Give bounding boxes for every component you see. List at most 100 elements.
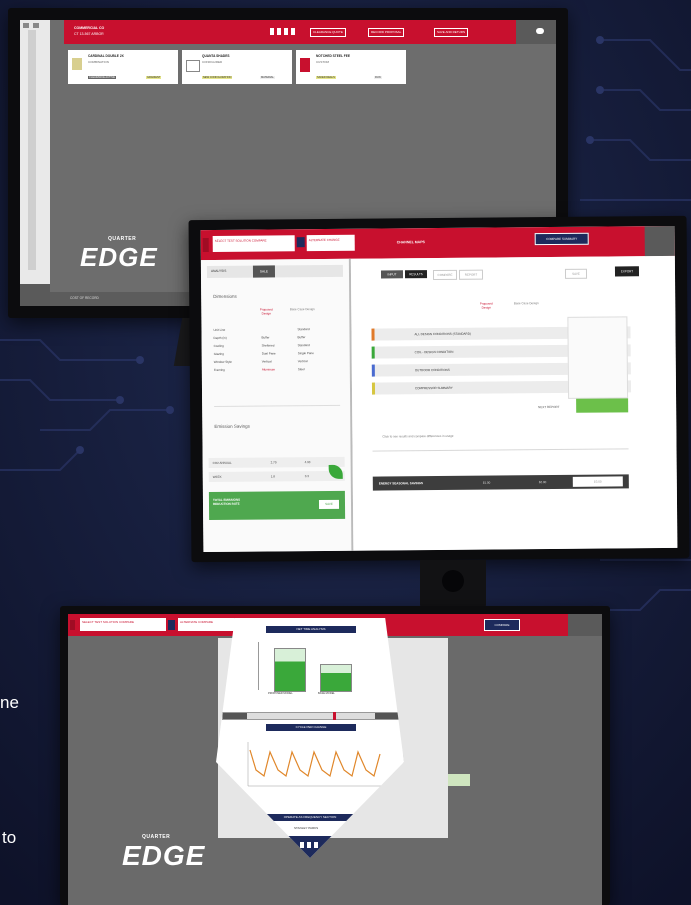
- tab-alternate[interactable]: ALTERNATE COMPARE: [178, 618, 238, 631]
- timeline-slider[interactable]: [222, 712, 400, 720]
- screen-middle: SELECT TEST SOLUTION COMPARE ALTERNATE C…: [200, 225, 678, 553]
- card-tag: RUN: [374, 76, 382, 79]
- tab-input[interactable]: INPUT: [380, 270, 404, 279]
- product-card-1[interactable]: CARDINAL DOUBLE 2X COMBINATION CLEARANCE…: [68, 50, 178, 84]
- record-proposal-button[interactable]: RECORD PROPOSAL: [368, 28, 405, 37]
- info-note: Click to see results and compare differe…: [382, 433, 454, 439]
- tab-alternate[interactable]: ALTERNATE CHANGE: [306, 234, 355, 252]
- product-image: [186, 60, 200, 72]
- tab-results[interactable]: RESULTS: [404, 270, 428, 279]
- row-b: Single Pane: [297, 351, 314, 356]
- product-card-2[interactable]: QUANTA SHADES CONFIGURED NEW CONFIGURATI…: [182, 50, 292, 84]
- row-a: Sheltered: [261, 343, 275, 348]
- card-tag: CLEARANCE ACTIVE: [88, 76, 116, 79]
- sidebar-menu-icon[interactable]: [33, 23, 39, 28]
- monitor-bottom: SELECT TEST SOLUTION COMPARE ALTERNATE C…: [60, 606, 610, 905]
- bar-chart: PROPOSED MODEL BASE MODEL: [250, 638, 370, 698]
- tab-analysis[interactable]: ANALYSIS: [211, 269, 226, 273]
- col-base: Base Case Design: [289, 307, 315, 312]
- row-label: CO2 ANNUAL: [212, 460, 232, 465]
- logo-word: EDGE: [80, 242, 158, 272]
- row-b: 4.93: [304, 460, 311, 465]
- dimension-row: Glazing Dual Pane Single Pane: [214, 351, 340, 356]
- col-proposed-header: Proposed Design: [479, 301, 493, 310]
- monitor-middle: SELECT TEST SOLUTION COMPARE ALTERNATE C…: [188, 215, 690, 563]
- popup-title-bar: NET TIME ANALYSIS: [266, 626, 356, 633]
- divider: [214, 404, 341, 407]
- side-text-1: ne: [0, 693, 19, 712]
- tab-select-test[interactable]: SELECT TEST SOLUTION COMPARE: [80, 618, 166, 631]
- row-label: COIL - DESIGN CONDITION: [414, 349, 454, 355]
- card-subtitle: CONFIGURED: [202, 60, 223, 64]
- monitor-stand: [420, 560, 486, 612]
- plus-icon[interactable]: [168, 620, 175, 630]
- tab-report[interactable]: REPORT: [458, 269, 484, 280]
- sidebar: [20, 20, 50, 306]
- chart-bar-base: [320, 664, 352, 692]
- row-label: Depth (in): [213, 335, 227, 340]
- plus-icon[interactable]: [296, 237, 305, 248]
- edge-logo: QUARTER EDGE: [80, 236, 158, 273]
- tab-select-test[interactable]: SELECT TEST SOLUTION COMPARE: [212, 235, 295, 252]
- emission-save-button[interactable]: SAVE: [318, 499, 340, 510]
- tab-compare[interactable]: COMPARE: [432, 269, 458, 281]
- compare-button[interactable]: COMPARE: [484, 619, 520, 631]
- slider-start[interactable]: [223, 713, 247, 719]
- bar-label-proposed: PROPOSED MODEL: [268, 692, 293, 695]
- chart-axis: [258, 642, 259, 690]
- cycle-line-chart: [247, 742, 382, 787]
- stand-hole: [442, 570, 464, 592]
- card-subtitle: COMBINATION: [88, 60, 109, 64]
- right-panel: INPUT RESULTS COMPARE REPORT SAVE EXPORT…: [350, 255, 678, 551]
- background-app-green: [448, 774, 470, 786]
- card-subtitle: CUSTOM: [316, 60, 329, 64]
- row-b: Vertical: [297, 359, 308, 364]
- row-label: WEEK: [212, 474, 222, 479]
- sidebar-grid-icon[interactable]: [23, 23, 29, 28]
- next-report-bar[interactable]: [576, 398, 629, 413]
- row-label: Window Style: [213, 359, 232, 364]
- cloud-icon[interactable]: [536, 28, 544, 34]
- col-proposed: Proposed Design: [259, 307, 273, 316]
- row-a: 1.8: [270, 474, 275, 479]
- product-card-3[interactable]: NOTCHED STEEL FEE CUSTOM SAVED DEALS RUN: [296, 50, 406, 84]
- col-base-header: Base Case Design: [513, 301, 539, 306]
- back-chevron-icon[interactable]: [70, 620, 75, 630]
- dimensions-heading: Dimensions: [213, 293, 237, 299]
- dimension-row: Depth (in) Buffer Buffer: [214, 335, 340, 340]
- row-label: Framing: [213, 367, 225, 372]
- slider-end[interactable]: [375, 713, 399, 719]
- slider-marker[interactable]: [333, 712, 336, 720]
- row-label: COMPRESSOR SUMMARY: [414, 385, 453, 391]
- value-column: [567, 316, 629, 399]
- row-label: Glazing: [213, 351, 224, 356]
- dimension-row: Window Style Vertical Vertical: [214, 359, 340, 364]
- screen-bottom: SELECT TEST SOLUTION COMPARE ALTERNATE C…: [68, 614, 602, 905]
- header-tools-icon[interactable]: [270, 28, 298, 35]
- product-image: [72, 58, 82, 70]
- save-button[interactable]: SAVE: [564, 268, 588, 279]
- row-label: Unit Line: [213, 327, 226, 332]
- row-b: Standard: [297, 327, 310, 332]
- header-dark-panel: [644, 225, 675, 257]
- header-title: COMMERCIAL CO: [74, 26, 105, 30]
- divider: [372, 448, 629, 452]
- emission-total-label: TOTAL EMISSIONS REDUCTION RATE: [212, 497, 241, 506]
- dimension-row: Framing Aluminum Steel: [214, 367, 340, 372]
- card-tag: GRADIENT: [146, 76, 162, 79]
- popup-tools-icon[interactable]: [300, 842, 320, 848]
- export-button[interactable]: EXPORT: [614, 266, 640, 277]
- chart-bar-proposed: [274, 648, 306, 692]
- row-b: 3.3: [304, 474, 309, 479]
- emission-row: CO2 ANNUAL 2.70 4.93: [208, 456, 345, 469]
- compare-summary-button[interactable]: COMPARE SUMMARY: [534, 232, 589, 246]
- clearance-quote-button[interactable]: CLEARANCE QUOTE: [310, 28, 346, 37]
- card-tag: SAVED DEALS: [316, 76, 336, 79]
- save-return-button[interactable]: SAVE AND RETURN: [434, 28, 469, 37]
- energy-label: ENERGY SEASONAL SAVINGS: [378, 481, 424, 486]
- back-chevron-icon[interactable]: [202, 238, 209, 253]
- energy-savings-bar: ENERGY SEASONAL SAVINGS $1.00 $2.00 $3.0…: [372, 474, 629, 491]
- tab-sale[interactable]: SALE: [252, 265, 276, 278]
- energy-value-c: $3.00: [572, 476, 623, 487]
- row-a: 2.70: [270, 460, 277, 465]
